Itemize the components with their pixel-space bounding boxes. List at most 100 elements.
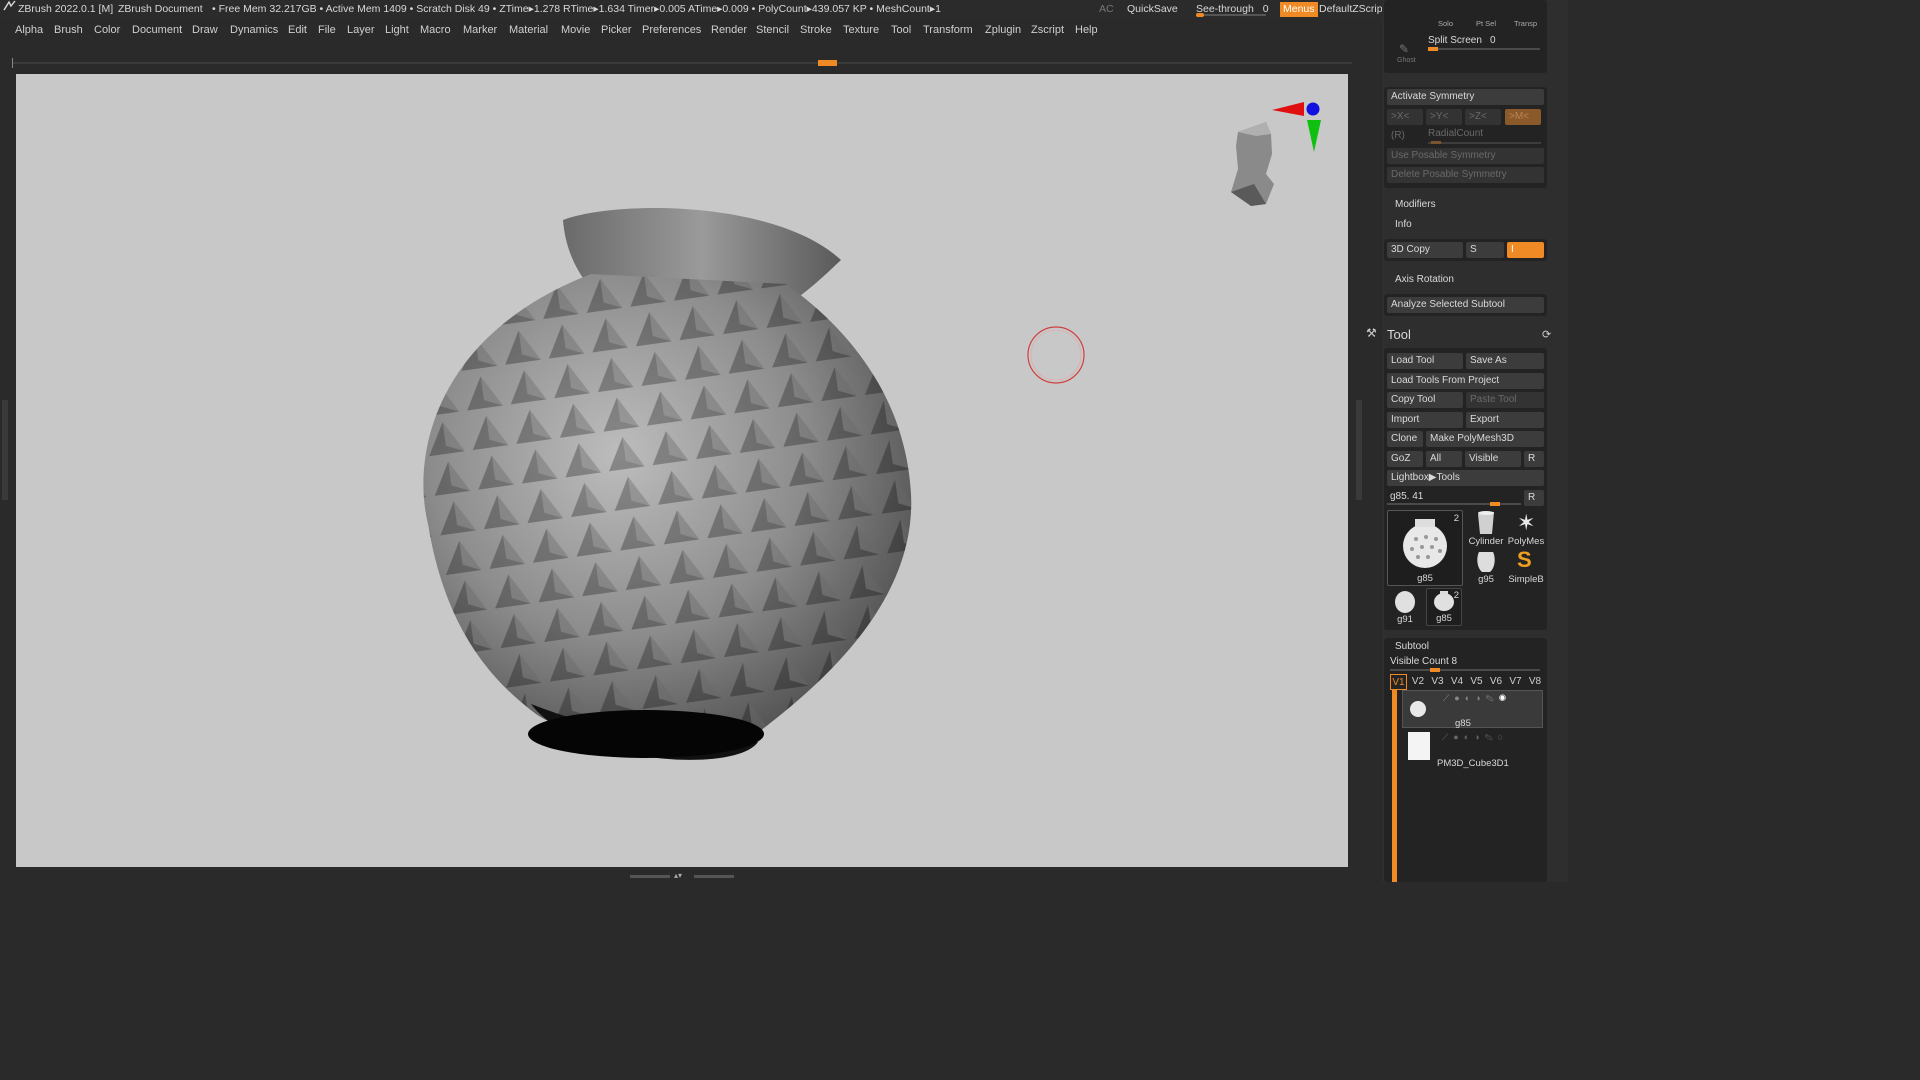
current-tool-slider[interactable]: g85. 41 [1387, 490, 1521, 506]
clone-button[interactable]: Clone [1387, 431, 1423, 447]
tool-thumb-g95[interactable]: g95 [1466, 548, 1506, 586]
tool-thumb-cylinder[interactable]: Cylinder [1466, 510, 1506, 547]
menu-macro[interactable]: Macro [420, 20, 451, 40]
menu-alpha[interactable]: Alpha [15, 20, 43, 40]
subtool-version-tab-v4[interactable]: V4 [1449, 674, 1466, 690]
subtool-version-tab-v7[interactable]: V7 [1507, 674, 1524, 690]
ghost-icon[interactable]: ✎ [1399, 42, 1413, 56]
axis-gizmo[interactable] [1272, 102, 1321, 152]
subtool-header[interactable]: Subtool [1395, 641, 1429, 652]
use-posable-symmetry-button[interactable]: Use Posable Symmetry [1387, 148, 1544, 164]
ptsel-button[interactable]: Pt Sel [1476, 19, 1496, 28]
bottom-tray-handle[interactable]: ▴▾ [630, 872, 734, 880]
viewport-canvas[interactable] [16, 74, 1348, 867]
goz-all-button[interactable]: All [1426, 451, 1462, 467]
subtool-version-tab-v1[interactable]: V1 [1390, 674, 1407, 690]
current-tool-r-button[interactable]: R [1524, 490, 1544, 506]
navigation-head-gizmo[interactable] [1231, 122, 1274, 206]
menu-stroke[interactable]: Stroke [800, 20, 832, 40]
subtool-version-tab-v5[interactable]: V5 [1468, 674, 1485, 690]
delete-posable-symmetry-button[interactable]: Delete Posable Symmetry [1387, 167, 1544, 183]
vase-model[interactable] [16, 74, 1348, 867]
menu-brush[interactable]: Brush [54, 20, 83, 40]
menu-dynamics[interactable]: Dynamics [230, 20, 278, 40]
save-as-button[interactable]: Save As [1466, 353, 1544, 369]
timeline[interactable] [12, 58, 1352, 68]
seethrough-slider[interactable]: See-through 0 [1196, 0, 1269, 19]
sym-r-button[interactable]: (R) [1391, 130, 1405, 141]
paste-tool-button[interactable]: Paste Tool [1466, 392, 1544, 408]
menu-help[interactable]: Help [1075, 20, 1098, 40]
menu-zscript[interactable]: Zscript [1031, 20, 1064, 40]
copy3d-button[interactable]: 3D Copy [1387, 242, 1463, 258]
menu-texture[interactable]: Texture [843, 20, 879, 40]
subtool-toggles-icon[interactable]: ⟋●◐◑✎○ [1442, 732, 1508, 743]
tool-thumb-simplebrush[interactable]: S SimpleB [1505, 547, 1547, 586]
script-name[interactable]: DefaultZScript [1319, 0, 1386, 19]
menu-tool[interactable]: Tool [891, 20, 911, 40]
transp-button[interactable]: Transp [1514, 19, 1537, 28]
load-tools-from-project-button[interactable]: Load Tools From Project [1387, 373, 1544, 389]
solo-button[interactable]: Solo [1438, 19, 1453, 28]
subtool-scrollbar[interactable] [1392, 690, 1397, 882]
subtool-version-tab-v8[interactable]: V8 [1527, 674, 1544, 690]
subtool-item-g85[interactable]: g85 ⟋●◐◑✎◉ [1402, 690, 1543, 729]
sym-z-button[interactable]: >Z< [1465, 109, 1501, 125]
goz-r-button[interactable]: R [1524, 451, 1544, 467]
subtool-version-tab-v6[interactable]: V6 [1488, 674, 1505, 690]
menu-zplugin[interactable]: Zplugin [985, 20, 1021, 40]
tool-thumb-g85-main[interactable]: 2 g85 [1387, 510, 1463, 586]
menu-document[interactable]: Document [132, 20, 182, 40]
copy-tool-button[interactable]: Copy Tool [1387, 392, 1463, 408]
copy3d-i-button[interactable]: I [1507, 242, 1544, 258]
subtool-version-tab-v2[interactable]: V2 [1410, 674, 1427, 690]
tool-thumb-g85-small[interactable]: 2 g85 [1426, 588, 1462, 626]
menu-file[interactable]: File [318, 20, 336, 40]
menu-material[interactable]: Material [509, 20, 548, 40]
quicksave-button[interactable]: QuickSave [1127, 0, 1178, 19]
menu-stencil[interactable]: Stencil [756, 20, 789, 40]
menu-render[interactable]: Render [711, 20, 747, 40]
menu-draw[interactable]: Draw [192, 20, 218, 40]
menus-toggle[interactable]: Menus [1280, 2, 1318, 17]
tool-palette-title[interactable]: Tool [1387, 327, 1411, 342]
info-header[interactable]: Info [1395, 219, 1412, 230]
modifiers-header[interactable]: Modifiers [1395, 199, 1436, 210]
load-tool-button[interactable]: Load Tool [1387, 353, 1463, 369]
tool-palette-icon[interactable]: ⚒ [1366, 326, 1380, 342]
left-tray-grip[interactable] [2, 400, 8, 500]
sym-m-button[interactable]: >M< [1505, 109, 1541, 125]
import-button[interactable]: Import [1387, 412, 1463, 428]
subtool-version-tab-v3[interactable]: V3 [1429, 674, 1446, 690]
axis-rotation-header[interactable]: Axis Rotation [1395, 274, 1454, 285]
activate-symmetry-button[interactable]: Activate Symmetry [1387, 89, 1544, 105]
visible-count-slider[interactable]: Visible Count 8 [1390, 656, 1540, 672]
sym-x-button[interactable]: >X< [1387, 109, 1423, 125]
subtool-item-pm3d[interactable]: PM3D_Cube3D1 ⟋●◐◑✎○ [1402, 730, 1543, 769]
right-tray-grip[interactable] [1356, 400, 1362, 500]
goz-visible-button[interactable]: Visible [1465, 451, 1521, 467]
sym-y-button[interactable]: >Y< [1426, 109, 1462, 125]
radial-count-slider[interactable]: RadialCount [1428, 128, 1541, 144]
make-polymesh3d-button[interactable]: Make PolyMesh3D [1426, 431, 1544, 447]
analyze-subtool-button[interactable]: Analyze Selected Subtool [1387, 297, 1544, 313]
subtool-toggles-icon[interactable]: ⟋●◐◑✎◉ [1443, 693, 1511, 704]
tool-thumb-g91[interactable]: g91 [1387, 588, 1423, 626]
timeline-marker[interactable] [818, 60, 837, 66]
tray-arrows-icon[interactable]: ▴▾ [674, 872, 690, 880]
menu-movie[interactable]: Movie [561, 20, 590, 40]
lightbox-tools-button[interactable]: Lightbox▶Tools [1387, 470, 1544, 486]
goz-button[interactable]: GoZ [1387, 451, 1423, 467]
menu-light[interactable]: Light [385, 20, 409, 40]
refresh-icon[interactable]: ⟳ [1542, 328, 1551, 341]
menu-color[interactable]: Color [94, 20, 120, 40]
split-screen-slider[interactable]: Split Screen 0 [1428, 34, 1540, 52]
menu-marker[interactable]: Marker [463, 20, 497, 40]
menu-transform[interactable]: Transform [923, 20, 973, 40]
menu-picker[interactable]: Picker [601, 20, 632, 40]
copy3d-s-button[interactable]: S [1466, 242, 1504, 258]
ac-label[interactable]: AC [1099, 0, 1114, 19]
menu-preferences[interactable]: Preferences [642, 20, 701, 40]
menu-edit[interactable]: Edit [288, 20, 307, 40]
tool-thumb-polymesh[interactable]: ✶ PolyMes [1505, 510, 1547, 547]
